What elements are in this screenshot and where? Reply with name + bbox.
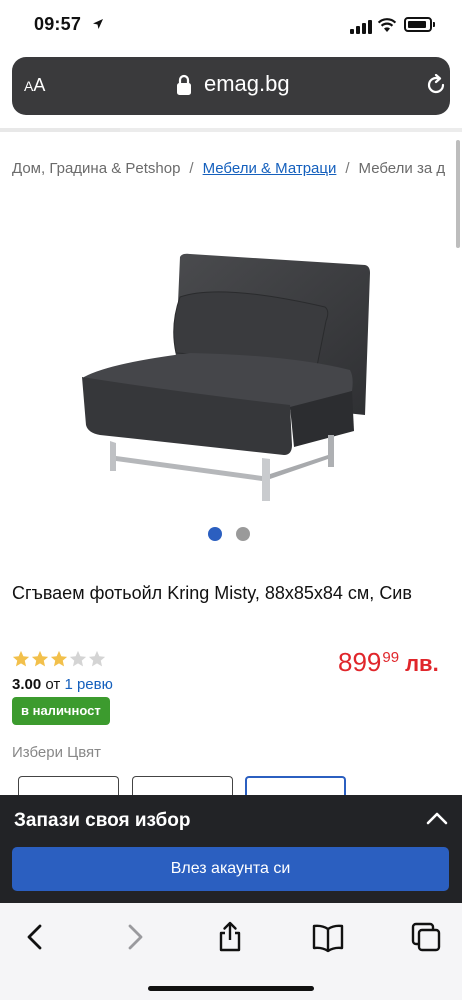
star-icon [12, 650, 30, 667]
chevron-up-icon[interactable] [425, 810, 449, 826]
rating-from: от [45, 676, 61, 693]
price-main: 899 [338, 647, 382, 677]
breadcrumb-item-home[interactable]: Дом, Градина & Petshop [12, 160, 180, 177]
price-cents: 99 [382, 649, 400, 666]
gallery-pagination [208, 527, 250, 541]
browser-toolbar [0, 903, 462, 1000]
star-icon [50, 650, 68, 667]
color-picker-label: Избери Цвят [12, 744, 102, 761]
breadcrumb: Дом, Градина & Petshop / Мебели & Матраци /… [12, 160, 462, 177]
location-arrow-icon [93, 19, 103, 29]
breadcrumb-separator: / [345, 160, 350, 177]
gallery-dot-2[interactable] [236, 527, 250, 541]
product-title: Сгъваем фотьойл Kring Misty, 88x85x84 см… [12, 583, 412, 603]
star-icon [31, 650, 49, 667]
header-divider [0, 128, 462, 132]
lock-icon [177, 74, 191, 95]
wifi-icon [377, 18, 397, 32]
cellular-signal-icon [350, 20, 372, 34]
star-empty-icon [69, 650, 87, 667]
url-text[interactable]: emag.bg [204, 71, 290, 97]
reviews-link[interactable]: 1 ревю [64, 676, 112, 693]
gallery-dot-1[interactable] [208, 527, 222, 541]
reload-icon[interactable] [425, 74, 447, 96]
forward-icon[interactable] [118, 921, 150, 953]
text-size-button[interactable]: AA [24, 75, 45, 96]
back-icon[interactable] [20, 921, 52, 953]
product-image[interactable] [70, 245, 380, 505]
rating-summary: 3.00 от 1 ревю [12, 676, 113, 693]
breadcrumb-item-furniture[interactable]: Мебели & Матраци [203, 160, 337, 177]
status-bar: 09:57 [0, 0, 462, 52]
save-choice-banner: Запази своя избор Влез акаунта си [0, 795, 462, 903]
scrollbar-thumb[interactable] [456, 140, 460, 248]
price: 89999 лв. [338, 647, 439, 678]
star-empty-icon [88, 650, 106, 667]
rating-stars [12, 650, 106, 668]
stock-badge: в наличност [12, 697, 110, 725]
tabs-icon[interactable] [410, 921, 442, 953]
status-time: 09:57 [34, 14, 82, 34]
share-icon[interactable] [214, 921, 246, 953]
breadcrumb-separator: / [189, 160, 194, 177]
breadcrumb-item-current[interactable]: Мебели за д [359, 160, 446, 177]
rating-score: 3.00 [12, 676, 42, 693]
battery-icon [404, 17, 435, 32]
home-indicator [148, 986, 314, 991]
login-button[interactable]: Влез акаунта си [12, 847, 449, 891]
address-bar[interactable]: AA emag.bg [12, 57, 450, 115]
price-currency: лв. [405, 651, 439, 676]
save-banner-title: Запази своя избор [14, 810, 191, 831]
bookmarks-icon[interactable] [312, 921, 344, 953]
